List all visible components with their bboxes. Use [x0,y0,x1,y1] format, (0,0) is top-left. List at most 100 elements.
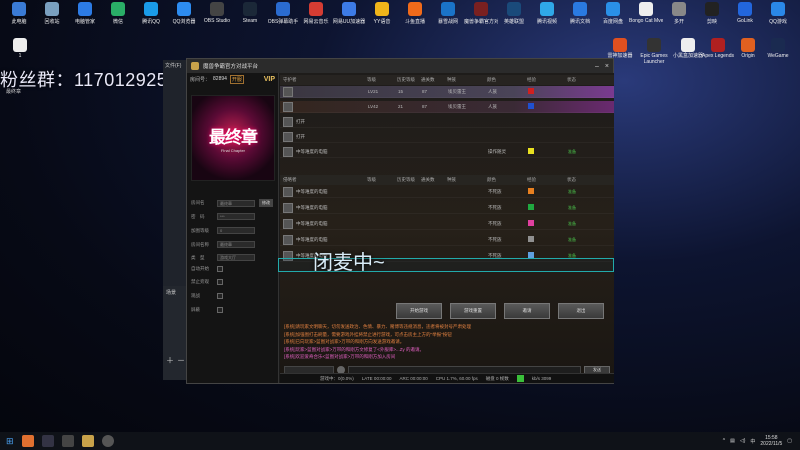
desktop-icon[interactable]: QQ浏览器 [167,2,201,25]
player-name: 打开 [296,118,305,124]
field-input[interactable]: *** [217,213,255,220]
player-slot-row[interactable]: 中等难度的电脑 不死族 准备 [280,202,614,214]
chat-log: [系统]请玩家文明聊天，切勿发送政治、色情、暴力、赌博等违规消息，违者将被封号严… [284,323,604,361]
player-race: 人族 [488,88,497,94]
player-slot-row[interactable]: 打开 [280,131,614,143]
window-title: 魔兽争霸官方对战平台 [203,64,259,70]
app-icon [111,2,125,16]
taskbar-app-icon[interactable] [21,435,34,447]
player-slot-row[interactable]: LV21 15 87 埃贝雷王 人族 [280,86,614,98]
app-icon [647,38,661,52]
desktop-icon[interactable]: Steam [233,2,267,24]
clock[interactable]: 15:58 2022/11/5 [760,435,782,447]
desktop-icon-label: 网易云音乐 [303,19,329,25]
app-icon [309,2,323,16]
remove-icon[interactable]: － [177,355,185,366]
desktop-icon-label: 魔兽争霸官方对战平台 [464,19,498,25]
start-icon[interactable]: ⊞ [6,436,14,447]
player-avatar [283,202,293,213]
app-icon [276,2,290,16]
notification-icon[interactable]: ▢ [787,438,792,444]
player-color-swatch[interactable] [528,88,534,94]
player-avatar [283,234,293,245]
minimize-icon[interactable]: – [595,63,599,70]
field-checkbox[interactable] [217,279,223,285]
desktop-icon[interactable]: 腾讯视频 [530,2,564,25]
player-color-swatch[interactable] [528,220,534,226]
field-checkbox[interactable] [217,293,223,299]
player-color-swatch[interactable] [528,103,534,109]
desktop-icon[interactable]: 剪映 [695,2,729,25]
player-level: LV42 [368,104,379,109]
desktop-icon[interactable]: OBS弹幕助手 [266,2,300,25]
desktop-icon[interactable]: GoLink [728,2,762,24]
field-button[interactable]: 修改 [259,199,273,207]
vip-badge: VIP [263,75,275,83]
obs-menu-label[interactable]: 文件(F) [163,60,188,71]
room-field-row: 密 码 *** [191,213,255,220]
player-avatar [283,101,293,112]
field-checkbox[interactable] [217,307,223,313]
player-color-swatch[interactable] [528,148,534,154]
desktop-icon-label: 电脑管家 [74,19,95,25]
player-history: 21 [398,104,404,109]
desktop-icon[interactable]: 微信 [101,2,135,25]
app-icon [672,2,686,16]
field-input[interactable]: 最终章 [217,199,255,207]
desktop-icon[interactable]: OBS Studio [200,2,234,24]
desktop-icon[interactable]: 此电脑 [2,2,36,25]
desktop-icon[interactable]: QQ游戏 [761,2,795,25]
exit-button[interactable]: 退出 [558,303,604,319]
room-field-row: 房间名称 最终章 [191,241,255,248]
player-slot-row[interactable]: 打开 [280,116,614,128]
invite-button[interactable]: 邀请 [504,303,550,319]
tray-arrow-icon[interactable]: ^ [723,438,725,444]
desktop-icon[interactable]: 多开 [662,2,696,25]
network-icon[interactable]: ▤ [730,438,735,444]
player-color-swatch[interactable] [528,204,534,210]
desktop-icon[interactable]: 暴雪战网 [431,2,465,25]
field-input[interactable]: 最终章 [217,241,255,248]
desktop-icon[interactable]: 网易云音乐 [299,2,333,25]
desktop-icon[interactable]: YY语音 [365,2,399,25]
player-slot-row[interactable]: 中等难度的电脑 不死族 准备 [280,234,614,246]
taskbar-app-icon[interactable] [61,435,74,447]
reset-game-button[interactable]: 游戏重置 [450,303,496,319]
field-checkbox[interactable] [217,266,223,272]
desktop-icon[interactable]: 魔兽争霸官方对战平台 [464,2,498,25]
room-label: 房间号： [190,76,211,83]
player-status: 准备 [568,188,576,194]
desktop-icon[interactable]: 回收站 [35,2,69,25]
chat-message: [系统]加强图打击刷量，需要游戏外挂将禁止进行游戏，可点击房主上方的"举报"按钮 [284,331,452,337]
field-input[interactable]: 0 [217,227,255,234]
desktop-icon[interactable]: 电脑管家 [68,2,102,25]
desktop-icon[interactable]: Epic Games Launcher [636,38,672,65]
desktop-icon[interactable]: 雷神加速器 [602,38,638,59]
desktop-icon-label: QQ游戏 [769,19,787,25]
player-slot-row[interactable]: 中等难度的电脑 操作随灵 准备 [280,146,614,158]
add-icon[interactable]: ＋ [166,355,174,366]
desktop-icon[interactable]: 腾讯文档 [563,2,597,25]
player-slot-row[interactable]: 中等难度的电脑 不死族 准备 [280,218,614,230]
close-icon[interactable]: × [605,63,609,70]
player-race: 操作随灵 [488,148,506,154]
field-input[interactable]: 游戏大厅 [217,254,255,261]
player-slot-row[interactable]: 中等难度的电脑 不死族 准备 [280,186,614,198]
player-color-swatch[interactable] [528,236,534,242]
desktop-icon[interactable]: 英雄联盟 [497,2,531,25]
taskbar-app-icon[interactable] [101,435,114,447]
desktop-icon[interactable]: 网易UU加速器 [332,2,366,25]
ime-indicator[interactable]: 中 [750,438,755,445]
start-game-button[interactable]: 开始游戏 [396,303,442,319]
taskbar-app-icon[interactable] [41,435,54,447]
player-slot-row[interactable]: LV42 21 87 埃贝雷王 人族 [280,101,614,113]
taskbar-app-icon[interactable] [81,435,94,447]
player-color-swatch[interactable] [528,188,534,194]
desktop-icon[interactable]: 斗鱼直播 [398,2,432,25]
desktop-icon[interactable]: 腾讯QQ [134,2,168,25]
desktop-icon[interactable]: 百度网盘 [596,2,630,25]
desktop-icon[interactable]: 1 [2,38,38,59]
volume-icon[interactable]: ◁) [740,438,746,444]
desktop-icon[interactable]: WeGame [760,38,796,59]
desktop-icon[interactable]: Bongo Cat Mver [629,2,663,24]
